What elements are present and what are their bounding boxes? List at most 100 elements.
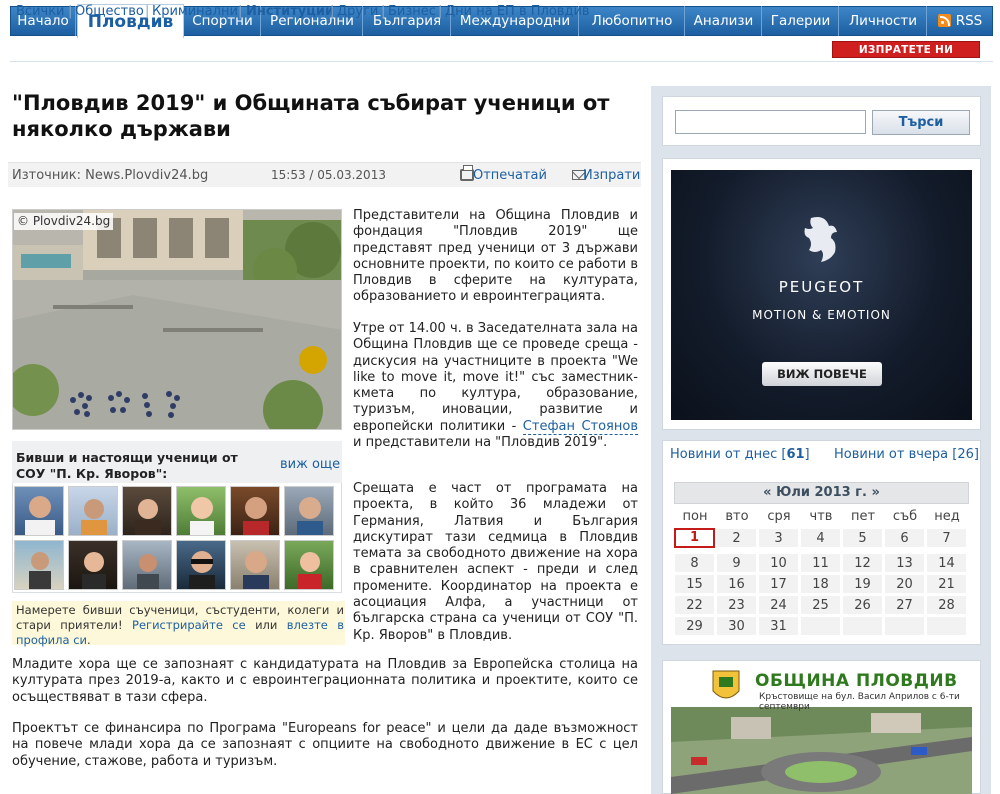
subnav-item-institutions[interactable]: Институции [246, 3, 334, 21]
avatar[interactable] [68, 486, 118, 536]
calendar-day[interactable]: 20 [884, 574, 925, 594]
calendar-day[interactable]: 22 [674, 595, 715, 615]
news-yesterday-link[interactable]: Новини от вчера [26] [834, 447, 979, 462]
calendar-day[interactable]: 3 [758, 528, 799, 548]
ad-see-more-button[interactable]: ВИЖ ПОВЕЧЕ [762, 362, 882, 386]
calendar-day[interactable]: 31 [758, 616, 799, 636]
avatar[interactable] [14, 540, 64, 590]
subnav-separator: | [68, 4, 73, 19]
avatar[interactable] [14, 486, 64, 536]
article-meta-bar: Източник: News.Plovdiv24.bg 15:53 / 05.0… [8, 162, 641, 187]
search-button[interactable]: Търси [872, 110, 970, 135]
nav-item-curious[interactable]: Любопитно [580, 6, 685, 36]
calendar-day[interactable]: 29 [674, 616, 715, 636]
municipality-banner[interactable]: ОБЩИНА ПЛОВДИВ Кръстовище на бул. Васил … [671, 667, 972, 794]
subnav-separator: | [238, 4, 243, 19]
news-today-label: Новини от днес [670, 447, 778, 462]
calendar-day[interactable]: 17 [758, 574, 799, 594]
calendar-day[interactable]: 15 [674, 574, 715, 594]
banner-title: ОБЩИНА ПЛОВДИВ [755, 671, 958, 691]
banner-subtitle: Кръстовище на бул. Васил Априлов с 6-ти … [759, 692, 960, 712]
calendar-day[interactable]: 26 [842, 595, 883, 615]
send-news-button[interactable]: ИЗПРАТЕТЕ НИ НОВИНА [832, 41, 980, 73]
calendar-day[interactable]: 1 [674, 528, 715, 548]
subnav-item-other[interactable]: Други [337, 3, 378, 21]
calendar-prev-button[interactable]: « [763, 485, 771, 500]
rss-label: RSS [955, 13, 983, 29]
article-photo[interactable] [12, 209, 342, 430]
nav-item-personalities[interactable]: Личности [840, 6, 927, 36]
nav-item-rss[interactable]: RSS [928, 6, 992, 36]
avatar[interactable] [284, 486, 334, 536]
avatar-image [82, 552, 106, 589]
lion-logo-icon [804, 217, 837, 262]
calendar-day[interactable]: 16 [716, 574, 757, 594]
subnav-item-society[interactable]: Общество [75, 3, 144, 21]
subnav-item-crime[interactable]: Криминални [152, 3, 238, 21]
calendar-day[interactable]: 21 [926, 574, 967, 594]
avatar[interactable] [176, 540, 226, 590]
article-paragraph-text: Утре от 14.00 ч. в Заседателната зала на… [353, 321, 638, 434]
send-link[interactable]: Изпрати [583, 167, 640, 184]
article-paragraph-text: и представители на "Пловдив 2019". [353, 435, 608, 451]
article-paragraph: Представители на Община Пловдив и фондац… [353, 208, 638, 305]
calendar-day[interactable]: 28 [926, 595, 967, 615]
calendar-day[interactable]: 30 [716, 616, 757, 636]
nav-item-analyses[interactable]: Анализи [686, 6, 762, 36]
calendar-day[interactable]: 2 [716, 528, 757, 548]
avatar-image [189, 551, 215, 589]
subnav-item-ep-days[interactable]: Дни на ЕП в Пловдив [445, 3, 590, 21]
avatar-image [297, 497, 323, 535]
avatar-image [137, 554, 159, 589]
calendar-next-button[interactable]: » [871, 485, 879, 500]
calendar-day[interactable]: 23 [716, 595, 757, 615]
person-link[interactable]: Стефан Стоянов [522, 418, 638, 435]
avatar[interactable] [122, 486, 172, 536]
calendar-weekday: чтв [809, 509, 833, 524]
calendar-day[interactable]: 9 [716, 553, 757, 573]
calendar-day[interactable]: 11 [800, 553, 841, 573]
avatar-image [298, 552, 322, 589]
alumni-title: Бивши и настоящи ученици от СОУ "П. Кр. … [16, 450, 238, 481]
calendar-day[interactable]: 12 [842, 553, 883, 573]
article-paragraph: Утре от 14.00 ч. в Заседателната зала на… [353, 321, 638, 451]
avatar[interactable] [230, 540, 280, 590]
calendar-day[interactable]: 14 [926, 553, 967, 573]
alumni-see-more-link[interactable]: виж още [280, 457, 340, 472]
news-today-link[interactable]: Новини от днес [61] [670, 447, 810, 462]
avatar[interactable] [122, 540, 172, 590]
subnav-item-all[interactable]: Всички [16, 3, 65, 21]
calendar-day[interactable]: 24 [758, 595, 799, 615]
nav-item-galleries[interactable]: Галерии [763, 6, 839, 36]
calendar-day[interactable]: 27 [884, 595, 925, 615]
avatar[interactable] [176, 486, 226, 536]
avatar[interactable] [230, 486, 280, 536]
article-paragraph: Младите хора ще се запознаят с кандидату… [12, 657, 638, 705]
register-link[interactable]: Регистрирайте се [132, 618, 246, 632]
peugeot-ad[interactable]: PEUGEOT MOTION & EMOTION ВИЖ ПОВЕЧЕ [671, 170, 972, 420]
calendar-day[interactable]: 13 [884, 553, 925, 573]
avatar[interactable] [284, 540, 334, 590]
calendar-day[interactable]: 8 [674, 553, 715, 573]
print-link[interactable]: Отпечатай [473, 167, 547, 184]
article-source: Източник: News.Plovdiv24.bg [12, 168, 209, 183]
calendar-day[interactable]: 5 [842, 528, 883, 548]
subnav-item-business[interactable]: Бизнес [388, 3, 436, 21]
avatar-image [190, 497, 214, 535]
calendar-day[interactable]: 10 [758, 553, 799, 573]
calendar-day[interactable]: 6 [884, 528, 925, 548]
search-input[interactable] [675, 110, 866, 134]
calendar-empty-cell [842, 616, 883, 636]
article-paragraph: Проектът се финансира по Програма "Europ… [12, 721, 638, 769]
calendar-header: « Юли 2013 г. » [674, 482, 969, 504]
calendar-day[interactable]: 4 [800, 528, 841, 548]
calendar-day[interactable]: 7 [926, 528, 967, 548]
printer-icon[interactable] [460, 165, 474, 181]
calendar-day[interactable]: 19 [842, 574, 883, 594]
calendar-day[interactable]: 18 [800, 574, 841, 594]
calendar-weekday: пон [682, 509, 708, 524]
subnav-separator: | [438, 4, 443, 19]
avatar[interactable] [68, 540, 118, 590]
calendar-empty-cell [884, 616, 925, 636]
calendar-day[interactable]: 25 [800, 595, 841, 615]
